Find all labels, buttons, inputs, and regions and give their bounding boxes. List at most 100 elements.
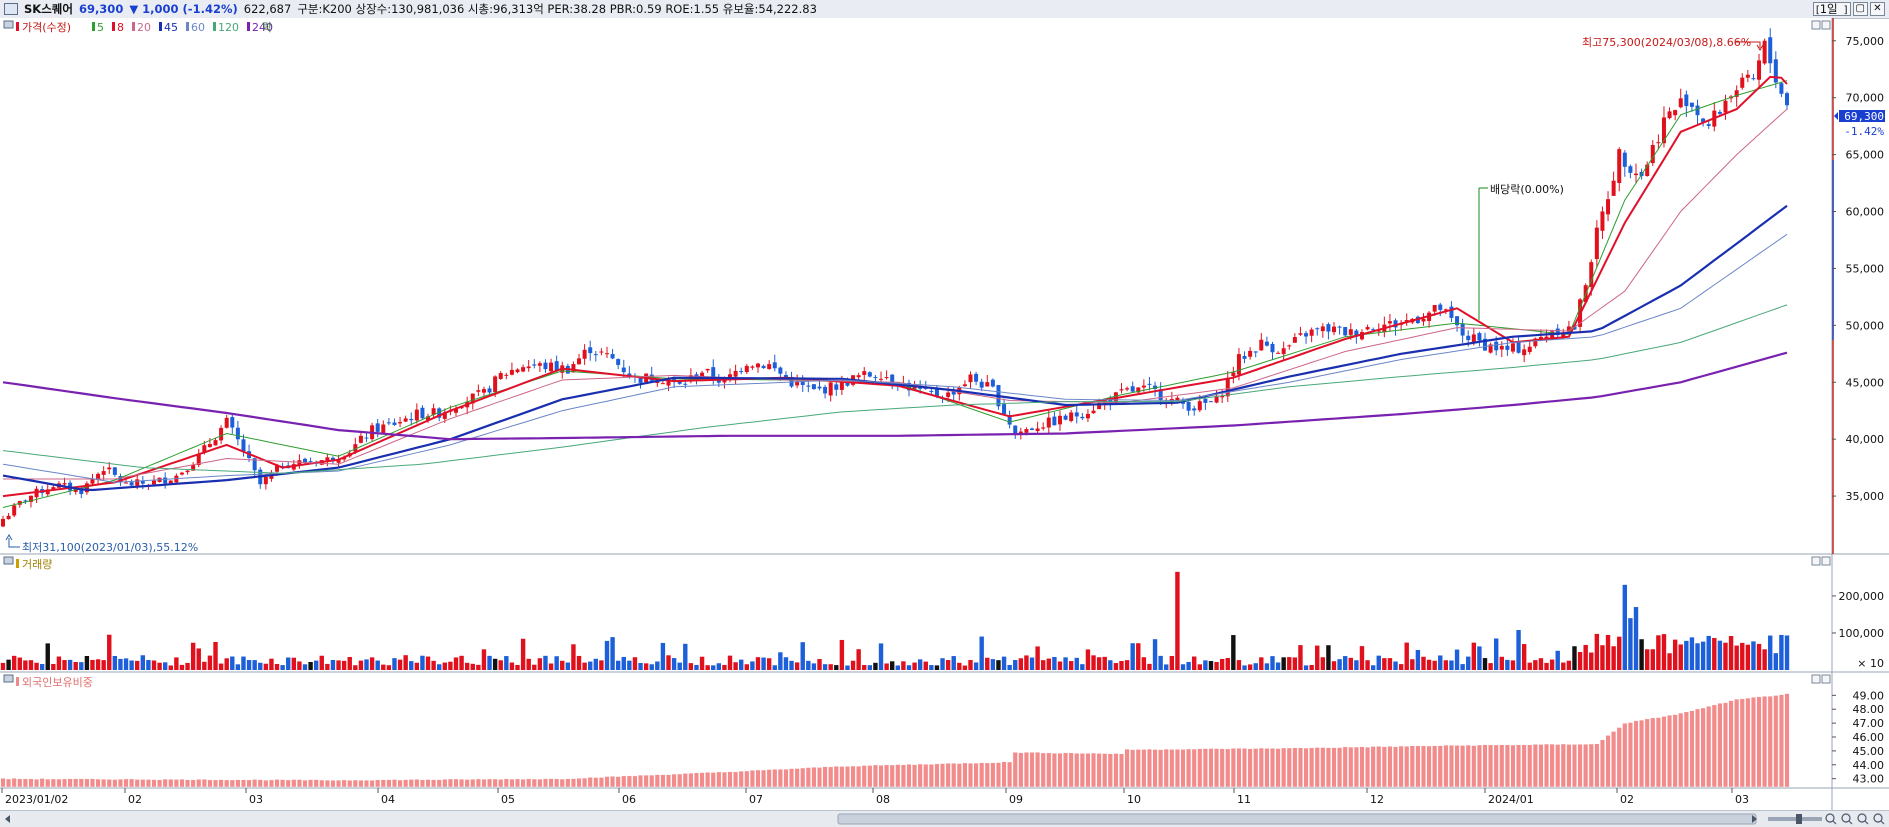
volume-bar	[990, 659, 996, 670]
high-annotation: 최고75,300(2024/03/08),8.66%	[1582, 36, 1764, 51]
volume-bar	[1382, 658, 1387, 670]
foreign-bar	[1376, 746, 1382, 788]
volume-close-icon[interactable]	[1821, 556, 1831, 566]
foreign-bar	[1448, 745, 1454, 788]
scroll-thumb[interactable]	[837, 813, 1757, 825]
volume-bar	[431, 660, 436, 670]
foreign-bar	[1387, 746, 1393, 788]
volume-bar	[917, 659, 923, 670]
foreign-bar	[1544, 743, 1550, 788]
candle	[241, 439, 246, 452]
candle	[392, 422, 397, 425]
foreign-bar	[1286, 747, 1292, 788]
volume-bar	[1152, 639, 1158, 670]
volume-bar	[834, 665, 839, 670]
candle	[1477, 333, 1482, 341]
volume-bar	[727, 655, 733, 670]
foreign-bar	[1599, 739, 1605, 788]
panel-close-icon[interactable]	[1821, 20, 1831, 30]
price-tick-label: 50,000	[1846, 319, 1885, 332]
candle	[219, 427, 224, 441]
candle	[537, 363, 542, 366]
volume-bar	[297, 661, 302, 670]
foreign-bar	[1773, 695, 1779, 788]
zoom-slider[interactable]	[1768, 817, 1822, 821]
foreign-bar	[872, 764, 878, 788]
volume-bar	[369, 657, 375, 670]
volume-bar	[1773, 653, 1779, 670]
foreign-bar	[1655, 717, 1661, 788]
volume-bar	[755, 657, 761, 670]
candle	[107, 467, 112, 470]
volume-bar	[1555, 650, 1560, 670]
candle	[1611, 180, 1616, 196]
foreign-bar	[1174, 749, 1180, 788]
volume-maximize-icon[interactable]	[1811, 556, 1821, 566]
candle	[767, 364, 772, 370]
candle	[1689, 102, 1694, 107]
horizontal-scrollbar[interactable]	[0, 810, 1889, 827]
volume-bar	[839, 639, 845, 670]
scroll-left-icon[interactable]	[5, 815, 10, 823]
foreign-bar	[453, 778, 459, 788]
foreign-bar	[224, 779, 230, 788]
candle	[1695, 105, 1700, 116]
foreign-bar	[526, 778, 532, 788]
time-tick-label: 11	[1237, 793, 1251, 806]
stock-chart[interactable]: 가격(수정) 5 8 20 45 60 120 240 락 35,00040,00045,0…	[0, 0, 1889, 810]
volume-bar	[1298, 645, 1303, 670]
candle	[532, 364, 537, 366]
volume-bar	[1303, 665, 1309, 670]
volume-bar	[1421, 656, 1426, 670]
volume-bar	[476, 664, 481, 670]
foreign-bar	[660, 774, 666, 788]
foreign-tick-label: 49.00	[1853, 689, 1885, 702]
volume-bar	[1538, 658, 1544, 670]
foreign-close-icon[interactable]	[1821, 674, 1831, 684]
foreign-bar	[84, 778, 90, 788]
volume-bar	[1253, 663, 1258, 670]
volume-bar	[1141, 657, 1147, 670]
volume-bar	[806, 660, 811, 670]
volume-panel-icon[interactable]	[3, 556, 14, 565]
volume-bar	[571, 644, 576, 670]
volume-bar	[850, 660, 856, 670]
foreign-bar	[1756, 696, 1762, 788]
foreign-bar	[710, 772, 716, 788]
foreign-bar	[1611, 731, 1617, 788]
foreign-bar	[1404, 746, 1410, 788]
volume-bar	[1214, 662, 1219, 670]
panel-maximize-icon[interactable]	[1811, 20, 1821, 30]
candle	[1013, 425, 1018, 434]
volume-bar	[73, 662, 78, 670]
foreign-bar	[995, 762, 1001, 788]
foreign-bar	[106, 779, 112, 788]
candle	[381, 424, 386, 433]
foreign-panel-icon[interactable]	[3, 674, 14, 683]
time-axis: 2023/01/02 02 03 04 05 06 07 08 09 10 11 12 2024/01 0…	[1, 788, 1749, 806]
volume-bar	[1533, 660, 1538, 670]
foreign-bar	[912, 764, 918, 788]
candle	[985, 382, 990, 387]
candle	[588, 347, 593, 354]
candle	[515, 369, 520, 373]
candle	[1740, 77, 1745, 88]
foreign-bar	[291, 779, 297, 788]
zoom-icon[interactable]	[1825, 813, 1885, 825]
foreign-bar	[1085, 753, 1091, 788]
volume-bar	[509, 662, 515, 670]
foreign-maximize-icon[interactable]	[1811, 674, 1821, 684]
volume-bar	[1052, 656, 1057, 670]
foreign-bar	[811, 767, 817, 788]
foreign-bar	[386, 779, 392, 788]
volume-bar	[968, 659, 973, 670]
volume-bar	[414, 662, 420, 670]
candle	[739, 371, 744, 373]
current-price-tag: 69,300 -1.42%	[1834, 110, 1885, 138]
volume-bar	[1689, 637, 1695, 670]
zoom-slider-thumb[interactable]	[1796, 814, 1802, 824]
volume-bar	[420, 655, 425, 670]
panel-icon[interactable]	[3, 20, 14, 29]
foreign-bar	[123, 778, 129, 788]
foreign-bar	[850, 765, 856, 788]
